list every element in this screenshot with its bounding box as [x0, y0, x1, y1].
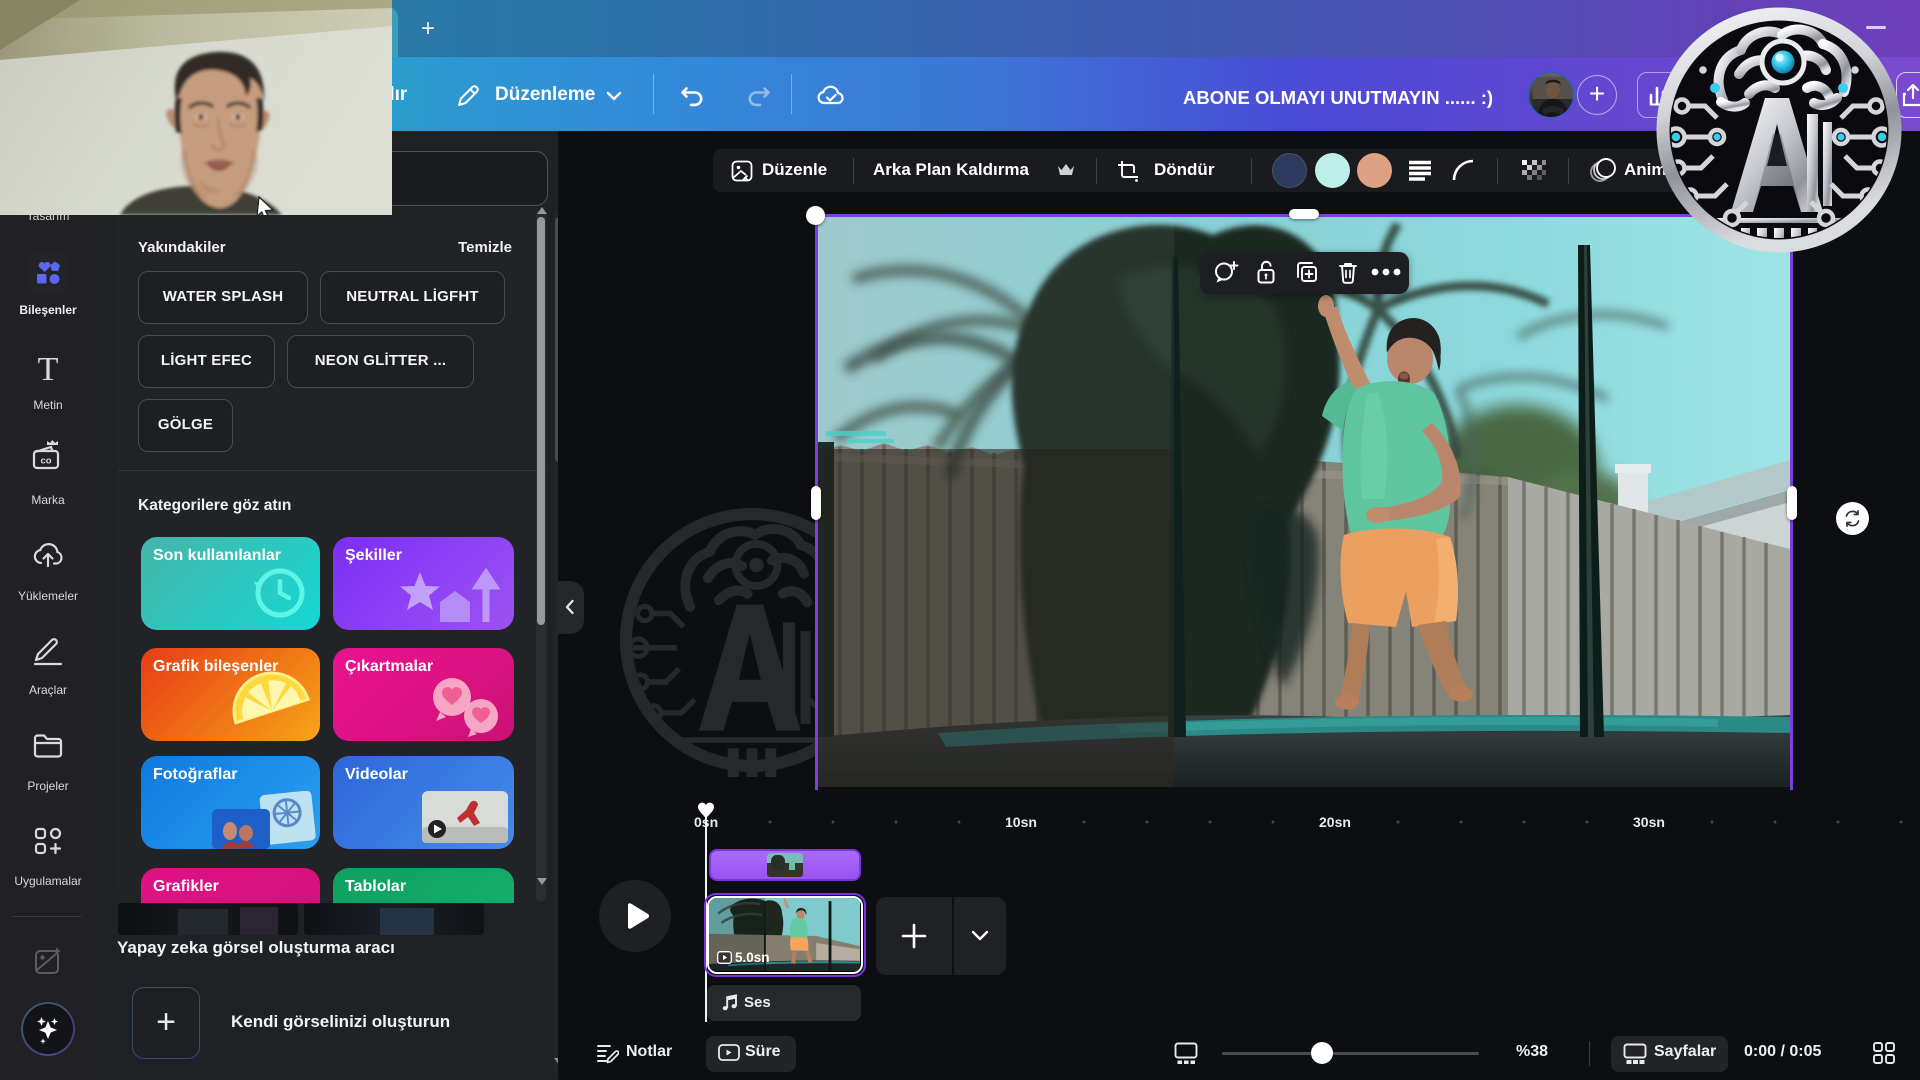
- svg-text:co: co: [40, 456, 51, 467]
